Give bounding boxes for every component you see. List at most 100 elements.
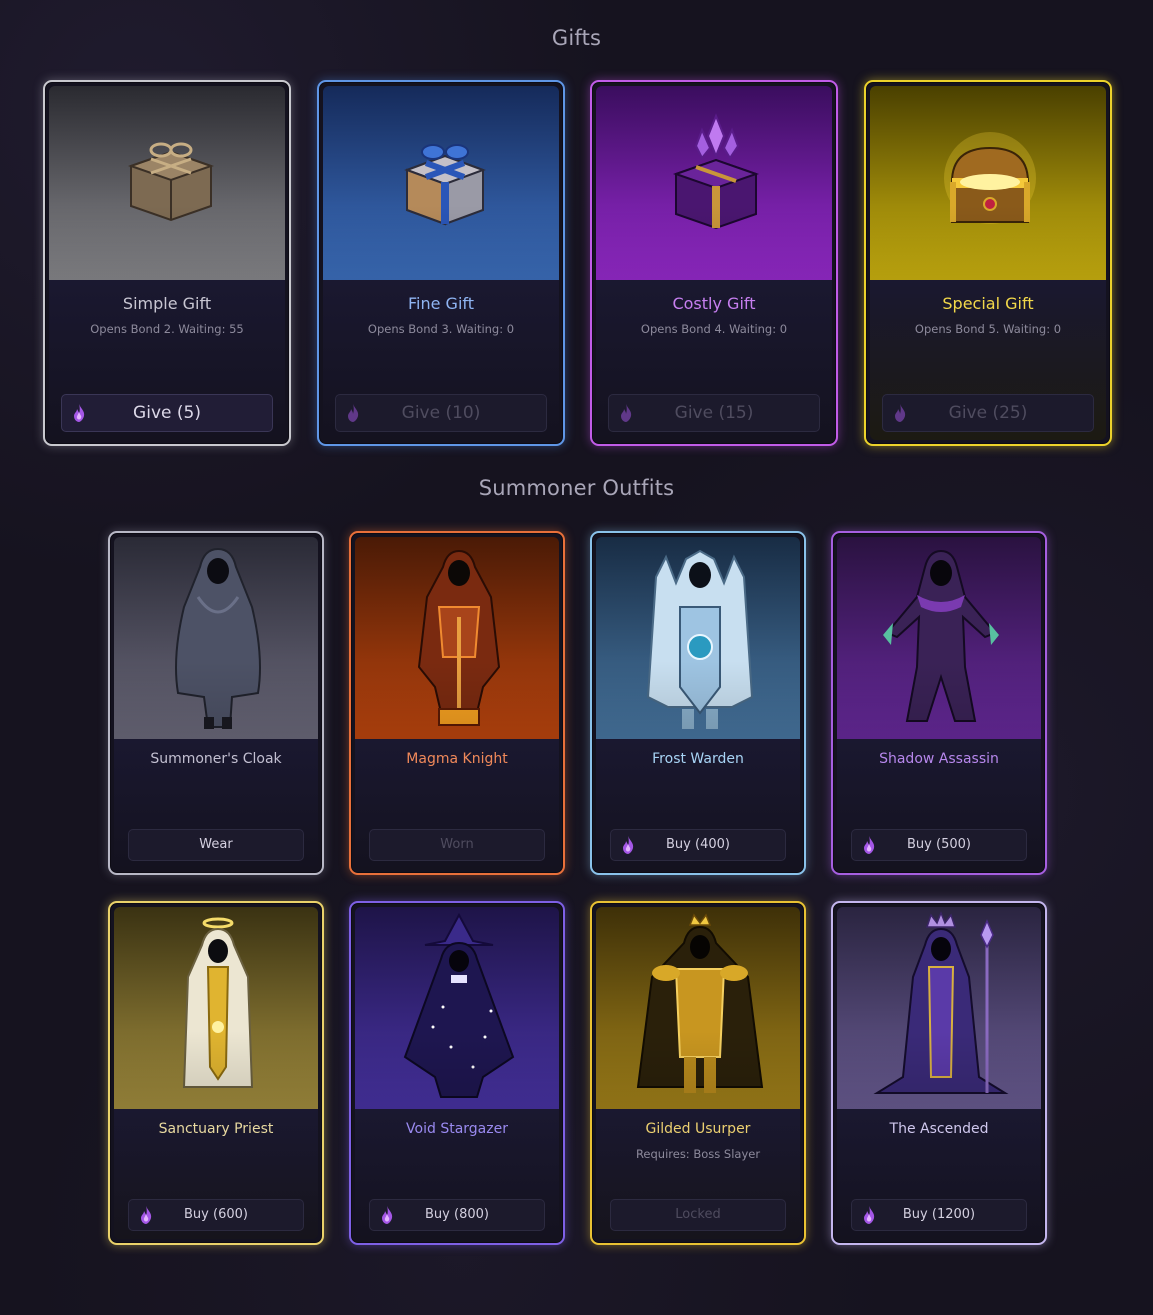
gift-info: Fine Gift Opens Bond 3. Waiting: 0 Give …: [323, 280, 559, 440]
gift-detail: Opens Bond 3. Waiting: 0: [367, 322, 515, 336]
outfits-section-title: Summoner Outfits: [478, 476, 675, 500]
outfit-art: [355, 537, 559, 743]
gift-info: Costly Gift Opens Bond 4. Waiting: 0 Giv…: [596, 280, 832, 440]
gifts-section-title: Gifts: [551, 26, 602, 50]
buy-sanctuary-priest-button[interactable]: Buy (600): [128, 1199, 304, 1231]
outfit-name: Frost Warden: [652, 751, 744, 767]
outfit-card-sanctuary-priest: Sanctuary Priest Buy (600): [108, 901, 324, 1245]
outfit-art: [596, 907, 800, 1113]
give-button-label: Give (10): [401, 403, 481, 423]
gift-card-fine: Fine Gift Opens Bond 3. Waiting: 0 Give …: [317, 80, 565, 446]
wrapped-parcel-icon: [127, 142, 215, 222]
gift-art: [49, 86, 285, 284]
gift-detail: Opens Bond 2. Waiting: 55: [90, 322, 244, 336]
buy-void-stargazer-button[interactable]: Buy (800): [369, 1199, 545, 1231]
soul-flame-icon: [348, 404, 359, 422]
outfit-card-gilded-usurper: Gilded Usurper Requires: Boss Slayer Loc…: [590, 901, 806, 1245]
soul-flame-icon: [895, 404, 906, 422]
locked-gilded-usurper-button[interactable]: Locked: [610, 1199, 786, 1231]
ascended-robed-mage-icon: [873, 910, 1009, 1094]
buy-shadow-assassin-button[interactable]: Buy (500): [851, 829, 1027, 861]
outfit-name: Gilded Usurper: [645, 1121, 751, 1137]
hooded-cloak-figure-icon: [175, 547, 261, 729]
outfit-name: Shadow Assassin: [879, 751, 999, 767]
outfit-art: [837, 907, 1041, 1113]
give-simple-gift-button[interactable]: Give (5): [61, 394, 273, 432]
outfit-info: Frost Warden Buy (400): [596, 739, 800, 869]
outfit-button-label: Buy (400): [666, 837, 730, 852]
give-special-gift-button[interactable]: Give (25): [882, 394, 1094, 432]
outfit-art: [596, 537, 800, 743]
soul-flame-icon: [621, 404, 632, 422]
outfit-card-frost-warden: Frost Warden Buy (400): [590, 531, 806, 875]
magma-armored-knight-icon: [417, 549, 501, 726]
outfit-button-label: Locked: [675, 1207, 721, 1222]
treasure-chest-icon: [944, 132, 1036, 224]
outfit-info: The Ascended Buy (1200): [837, 1109, 1041, 1239]
shadow-assassin-figure-icon: [883, 549, 999, 722]
outfit-name: The Ascended: [889, 1121, 989, 1137]
soul-flame-icon: [382, 1206, 393, 1224]
starry-wizard-figure-icon: [403, 912, 515, 1098]
outfit-name: Sanctuary Priest: [158, 1121, 274, 1137]
gift-card-costly: Costly Gift Opens Bond 4. Waiting: 0 Giv…: [590, 80, 838, 446]
soul-flame-icon: [623, 836, 634, 854]
outfit-button-label: Wear: [199, 837, 233, 852]
buy-the-ascended-button[interactable]: Buy (1200): [851, 1199, 1027, 1231]
give-button-label: Give (5): [133, 403, 201, 423]
outfit-name: Summoner's Cloak: [150, 751, 282, 767]
outfit-requirement: Requires: Boss Slayer: [635, 1147, 761, 1161]
gift-info: Simple Gift Opens Bond 2. Waiting: 55 Gi…: [49, 280, 285, 440]
outfit-card-void-stargazer: Void Stargazer Buy (800): [349, 901, 565, 1245]
outfit-info: Sanctuary Priest Buy (600): [114, 1109, 318, 1239]
soul-flame-icon: [74, 404, 85, 422]
gift-info: Special Gift Opens Bond 5. Waiting: 0 Gi…: [870, 280, 1106, 440]
haloed-priest-figure-icon: [182, 917, 254, 1088]
wear-summoners-cloak-button[interactable]: Wear: [128, 829, 304, 861]
gift-name: Fine Gift: [407, 294, 475, 313]
gift-art: [596, 86, 832, 284]
gift-card-simple: Simple Gift Opens Bond 2. Waiting: 55 Gi…: [43, 80, 291, 446]
outfit-name: Magma Knight: [406, 751, 508, 767]
gift-art: [323, 86, 559, 284]
give-button-label: Give (25): [948, 403, 1028, 423]
outfit-card-shadow-assassin: Shadow Assassin Buy (500): [831, 531, 1047, 875]
crystal-gift-box-icon: [672, 113, 760, 230]
outfit-button-label: Buy (800): [425, 1207, 489, 1222]
outfit-info: Shadow Assassin Buy (500): [837, 739, 1041, 869]
gift-name: Costly Gift: [672, 294, 756, 313]
soul-flame-icon: [864, 836, 875, 854]
crowned-golden-usurper-icon: [636, 913, 764, 1093]
outfit-name: Void Stargazer: [406, 1121, 508, 1137]
outfit-card-magma-knight: Magma Knight Worn: [349, 531, 565, 875]
give-button-label: Give (15): [674, 403, 754, 423]
gift-detail: Opens Bond 4. Waiting: 0: [640, 322, 788, 336]
soul-flame-icon: [864, 1206, 875, 1224]
gift-name: Special Gift: [942, 294, 1034, 313]
outfit-button-label: Buy (1200): [902, 1207, 976, 1222]
gift-card-special: Special Gift Opens Bond 5. Waiting: 0 Gi…: [864, 80, 1112, 446]
give-costly-gift-button[interactable]: Give (15): [608, 394, 820, 432]
gift-art: [870, 86, 1106, 284]
buy-frost-warden-button[interactable]: Buy (400): [610, 829, 786, 861]
outfit-info: Void Stargazer Buy (800): [355, 1109, 559, 1239]
give-fine-gift-button[interactable]: Give (10): [335, 394, 547, 432]
outfit-art: [114, 537, 318, 743]
outfit-art: [837, 537, 1041, 743]
blue-ribbon-gift-icon: [404, 144, 486, 226]
worn-magma-knight-button[interactable]: Worn: [369, 829, 545, 861]
outfit-card-the-ascended: The Ascended Buy (1200): [831, 901, 1047, 1245]
outfit-info: Magma Knight Worn: [355, 739, 559, 869]
outfit-info: Summoner's Cloak Wear: [114, 739, 318, 869]
outfit-card-summoners-cloak: Summoner's Cloak Wear: [108, 531, 324, 875]
outfit-art: [114, 907, 318, 1113]
outfit-art: [355, 907, 559, 1113]
outfit-button-label: Worn: [440, 837, 474, 852]
gift-name: Simple Gift: [122, 294, 212, 313]
outfit-button-label: Buy (500): [907, 837, 971, 852]
frost-armored-warden-icon: [646, 549, 754, 729]
soul-flame-icon: [141, 1206, 152, 1224]
gift-detail: Opens Bond 5. Waiting: 0: [914, 322, 1062, 336]
outfit-button-label: Buy (600): [184, 1207, 248, 1222]
outfit-info: Gilded Usurper Requires: Boss Slayer Loc…: [596, 1109, 800, 1239]
